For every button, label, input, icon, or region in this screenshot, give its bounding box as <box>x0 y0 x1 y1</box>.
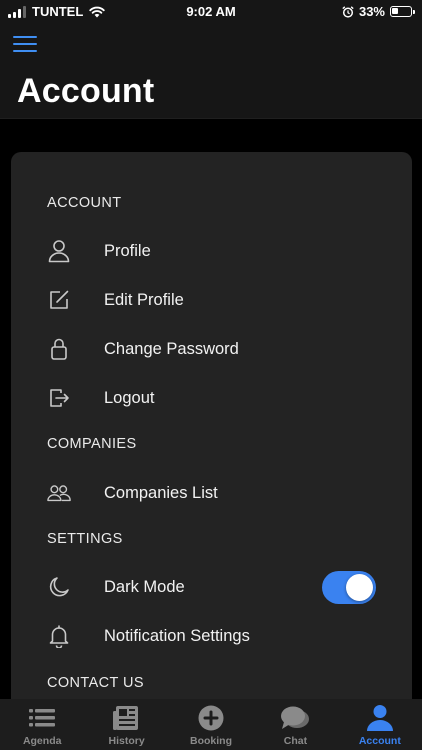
person-icon <box>365 704 395 732</box>
header-divider <box>0 118 422 119</box>
section-title-account: ACCOUNT <box>47 195 122 211</box>
status-right: 33% <box>342 4 415 19</box>
bell-icon <box>47 624 71 648</box>
battery-level <box>392 8 398 14</box>
users-icon <box>47 481 71 505</box>
menu-item-companies-list[interactable]: Companies List <box>11 473 412 513</box>
status-bar: TUNTEL 9:02 AM 33% <box>0 0 422 24</box>
plus-circle-icon <box>196 704 226 732</box>
menu-item-edit-profile[interactable]: Edit Profile <box>11 280 412 320</box>
dark-mode-toggle[interactable] <box>322 570 376 604</box>
menu-item-notification-settings[interactable]: Notification Settings <box>11 616 412 656</box>
lock-icon <box>47 337 71 361</box>
user-icon <box>47 239 71 263</box>
tab-label: Agenda <box>22 735 62 747</box>
tab-label: History <box>108 735 145 747</box>
header: Account <box>0 24 422 118</box>
menu-item-label: Companies List <box>104 483 218 502</box>
menu-item-label: Dark Mode <box>104 577 185 596</box>
menu-item-profile[interactable]: Profile <box>11 231 412 271</box>
hamburger-menu-icon[interactable] <box>13 36 37 54</box>
edit-icon <box>47 288 71 312</box>
tab-bar: Agenda History Booking Chat Account <box>0 699 422 750</box>
section-title-contact: CONTACT US <box>47 675 144 691</box>
alarm-icon <box>342 5 354 18</box>
tab-history[interactable]: History <box>84 699 168 750</box>
tab-label: Chat <box>283 735 308 747</box>
tab-label: Account <box>358 735 401 747</box>
section-title-companies: COMPANIES <box>47 436 137 452</box>
menu-item-dark-mode: Dark Mode <box>11 567 412 607</box>
menu-item-label: Logout <box>104 388 155 407</box>
menu-item-label: Edit Profile <box>104 290 184 309</box>
menu-item-label: Notification Settings <box>104 626 250 645</box>
menu-item-label: Change Password <box>104 339 239 358</box>
battery-percent: 33% <box>358 4 385 19</box>
toggle-knob <box>346 573 373 601</box>
menu-item-change-password[interactable]: Change Password <box>11 329 412 369</box>
section-title-settings: SETTINGS <box>47 531 123 547</box>
chat-bubbles-icon <box>280 704 310 732</box>
tab-booking[interactable]: Booking <box>169 699 253 750</box>
logout-icon <box>47 386 71 410</box>
battery-icon <box>390 6 415 17</box>
account-menu-card: ACCOUNT Profile Edit Profile Change Pass… <box>11 152 412 712</box>
tab-account[interactable]: Account <box>338 699 422 750</box>
page-title: Account <box>17 72 155 110</box>
menu-item-logout[interactable]: Logout <box>11 378 412 418</box>
list-icon <box>27 704 57 732</box>
tab-agenda[interactable]: Agenda <box>0 699 84 750</box>
newspaper-icon <box>112 704 142 732</box>
tab-chat[interactable]: Chat <box>253 699 337 750</box>
menu-item-label: Profile <box>104 241 151 260</box>
moon-icon <box>47 575 71 599</box>
tab-label: Booking <box>190 735 233 747</box>
